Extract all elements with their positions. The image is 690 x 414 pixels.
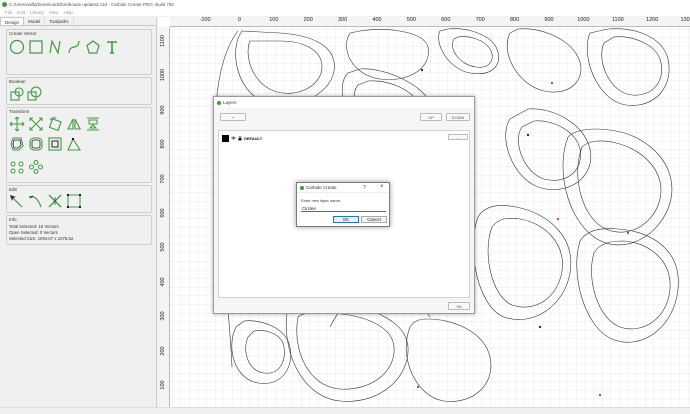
ruler-y-tick: 700 (160, 174, 166, 184)
info-open-selected: Open Selected: 0 Vectors (9, 230, 58, 235)
text-tool-icon[interactable] (104, 39, 120, 55)
node-edit-icon[interactable] (66, 136, 82, 152)
edit-title: Edit (9, 187, 17, 192)
help-button[interactable]: ? (363, 185, 366, 191)
prompt-title-bar: Carbide Create (297, 183, 389, 193)
bounding-box-icon[interactable] (66, 193, 82, 209)
ruler-y-tick: 500 (160, 242, 166, 252)
boolean-subtract-icon[interactable] (26, 86, 42, 102)
boolean-title: Boolean (9, 79, 26, 84)
layer-name: DEFAULT (244, 136, 263, 141)
layers-app-icon (217, 100, 221, 105)
layers-title: Layers (223, 100, 237, 105)
carbide-create-window: C:/Users/willa/Downloads/birdhouse updat… (0, 0, 690, 414)
ruler-x-tick: 700 (475, 17, 485, 23)
ruler-x-tick: 0 (237, 17, 241, 23)
ruler-x-tick: 1300 (680, 17, 690, 23)
ruler-y-tick: 1100 (160, 35, 166, 47)
ruler-y-tick: 400 (160, 277, 166, 287)
scale-tool-icon[interactable] (28, 116, 44, 132)
rotate-tool-icon[interactable] (47, 116, 63, 132)
window-title: C:/Users/willa/Downloads/birdhouse updat… (9, 1, 174, 7)
ruler-y-tick: 100 (160, 380, 166, 390)
menu-help[interactable]: Help (63, 10, 72, 15)
close-button[interactable]: × (380, 184, 384, 190)
cut-tool-icon[interactable] (47, 193, 63, 209)
tab-design[interactable]: Design (0, 17, 25, 25)
ruler-y-tick: 200 (160, 346, 166, 356)
tab-model[interactable]: Model (24, 17, 46, 25)
menu-view[interactable]: View (49, 10, 59, 15)
move-tool-icon[interactable] (9, 116, 25, 132)
rectangle-tool-icon[interactable] (28, 39, 44, 55)
tab-toolpaths[interactable]: Toolpaths (45, 17, 74, 25)
menu-library[interactable]: Library (30, 10, 44, 15)
knife-tool-icon[interactable] (27, 193, 43, 209)
polygon-tool-icon[interactable] (85, 39, 101, 55)
ruler-x-tick: 200 (303, 17, 313, 23)
ruler-y-tick: 1000 (160, 69, 166, 82)
status-bar (0, 407, 690, 414)
ruler-x-tick: 300 (338, 17, 348, 23)
boolean-union-icon[interactable] (9, 86, 25, 102)
ruler-x-tick: 800 (510, 17, 520, 23)
ok-button[interactable]: OK (333, 216, 359, 223)
layer-color-swatch[interactable] (222, 135, 229, 142)
ruler-x-tick: 600 (441, 17, 451, 23)
layer-down-button[interactable]: DOWN (446, 113, 470, 121)
info-selected-size: Selected Size: 1094.07 x 1075.62 (9, 236, 74, 241)
panel-tabs: Design Model Toolpaths (0, 17, 156, 26)
menu-bar: File Edit Library View Help (0, 8, 690, 16)
layers-title-bar: Layers (214, 97, 474, 108)
menu-edit[interactable]: Edit (17, 10, 25, 15)
polyline-tool-icon[interactable] (47, 39, 63, 55)
transform-title: Transform (9, 109, 30, 114)
circle-tool-icon[interactable] (9, 39, 25, 55)
carbide-app-icon (2, 1, 7, 7)
prompt-app-icon (300, 185, 304, 190)
new-layer-name-dialog: Carbide Create ? × Enter new layer name:… (296, 182, 390, 227)
title-bar: C:/Users/willa/Downloads/birdhouse updat… (0, 0, 690, 8)
cancel-button[interactable]: Cancel (361, 216, 387, 223)
circular-array-icon[interactable] (9, 159, 25, 175)
ruler-y-tick: 600 (160, 208, 166, 218)
ruler-x-tick: 900 (544, 17, 554, 23)
ruler-x-tick: 1200 (646, 17, 659, 23)
vertical-ruler: 1100 1000 900 800 700 600 500 400 300 200 100 (158, 27, 170, 407)
rect-array-icon[interactable] (28, 159, 44, 175)
eye-icon[interactable] (231, 136, 236, 141)
layer-more-button[interactable]: ... (448, 134, 468, 140)
horizontal-ruler: -100 0 100 200 300 400 500 600 700 800 900 1000 1100… (170, 17, 690, 27)
prompt-label: Enter new layer name: (301, 198, 342, 203)
design-panel: Design Model Toolpaths Create Vector Boo… (0, 17, 157, 407)
ruler-y-tick: 800 (160, 139, 166, 149)
ruler-x-tick: -100 (199, 17, 211, 23)
add-layer-button[interactable]: + (220, 113, 246, 121)
ruler-x-tick: 500 (406, 17, 416, 23)
lock-icon[interactable] (238, 135, 242, 142)
ruler-x-tick: 1000 (577, 17, 590, 23)
prompt-title: Carbide Create (306, 185, 337, 190)
ruler-x-tick: 1100 (611, 17, 624, 23)
layer-name-input[interactable] (301, 205, 386, 212)
menu-file[interactable]: File (5, 10, 12, 15)
fillet-tool-icon[interactable] (28, 136, 44, 152)
create-vector-title: Create Vector (9, 31, 37, 36)
ruler-y-tick: 900 (160, 105, 166, 115)
node-select-icon[interactable] (8, 193, 24, 209)
layer-row[interactable]: DEFAULT (222, 135, 262, 142)
layer-up-button[interactable]: UP (420, 113, 442, 121)
ruler-x-tick: 100 (269, 17, 279, 23)
inset-tool-icon[interactable] (47, 136, 63, 152)
layers-ok-button[interactable]: Ok (448, 302, 470, 310)
ruler-y-tick: 300 (160, 311, 166, 321)
offset-tool-icon[interactable] (9, 136, 25, 152)
align-tool-icon[interactable] (85, 116, 101, 132)
curve-tool-icon[interactable] (66, 39, 82, 55)
mirror-tool-icon[interactable] (66, 116, 82, 132)
info-total-selected: Total Selected: 15 Vectors (9, 224, 59, 229)
info-title: Info (9, 217, 17, 222)
ruler-x-tick: 400 (372, 17, 382, 23)
